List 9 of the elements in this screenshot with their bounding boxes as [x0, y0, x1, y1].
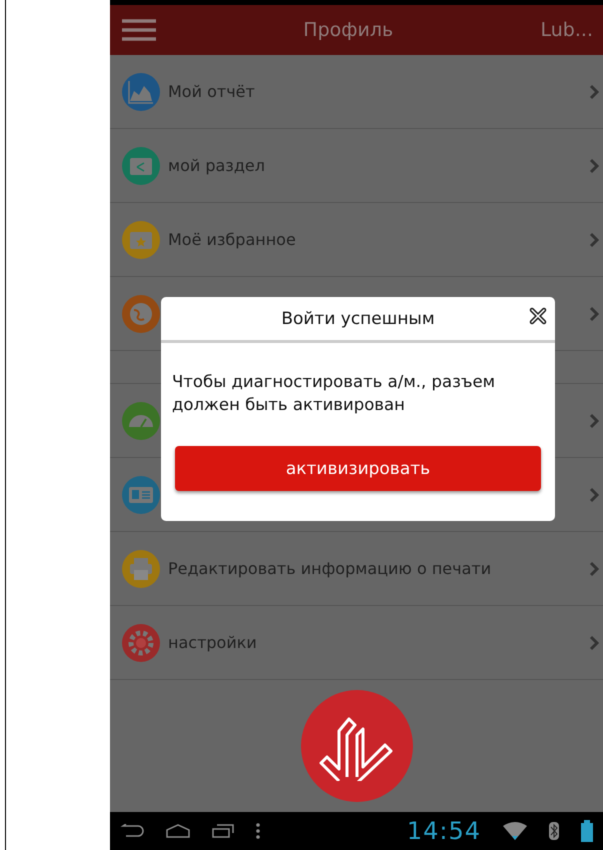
menu-label: настройки — [168, 633, 258, 652]
clock: 14:54 — [406, 817, 481, 845]
menu-label: Моё избранное — [168, 230, 297, 249]
menu-label: Мой отчёт — [168, 82, 256, 101]
menu-label: мой раздел — [168, 156, 266, 175]
dialog-title: Войти успешным — [281, 308, 435, 328]
screen-title: Профиль — [302, 19, 394, 41]
dialog-message: Чтобы диагностировать а/м., разъем должен быть активирован — [172, 371, 496, 416]
menu-label: Редактировать информацию о печати — [168, 559, 492, 578]
